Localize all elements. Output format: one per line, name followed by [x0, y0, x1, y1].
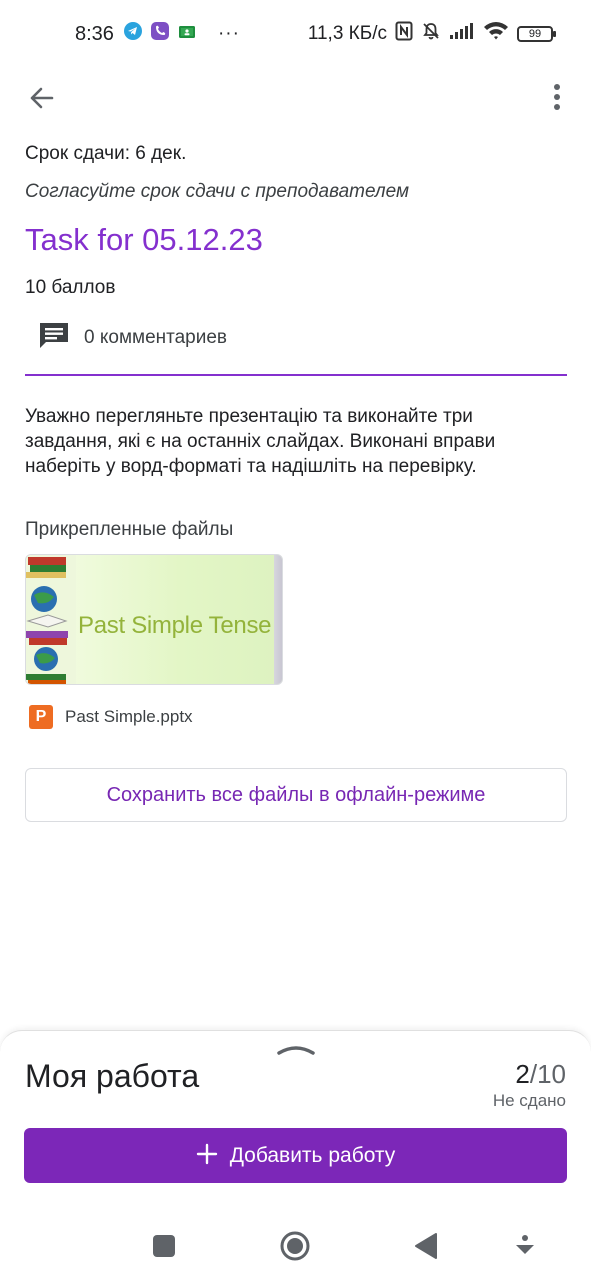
- add-work-button[interactable]: Добавить работу: [24, 1128, 567, 1183]
- triangle-back-icon: [408, 1233, 444, 1268]
- plus-icon: [196, 1141, 218, 1171]
- nfc-icon: [395, 21, 413, 47]
- more-vert-icon: [541, 84, 573, 120]
- grade-max: /10: [529, 1059, 566, 1089]
- chevron-down-icon: [507, 1235, 543, 1268]
- assignment-description: Уважно перегляньте презентацію та викона…: [25, 406, 496, 477]
- preview-title: Past Simple Tense: [78, 612, 272, 639]
- save-offline-button[interactable]: Сохранить все файлы в офлайн-режиме: [25, 768, 567, 822]
- add-work-label: Добавить работу: [229, 1143, 396, 1167]
- home-button[interactable]: [277, 1228, 313, 1264]
- chevron-up-icon: [276, 1044, 316, 1061]
- system-nav-bar: [0, 1212, 591, 1280]
- back-button[interactable]: [24, 80, 60, 116]
- network-speed: 11,3 КБ/с: [307, 23, 387, 44]
- attachments-heading: Прикрепленные файлы: [25, 519, 234, 540]
- status-more: ···: [217, 23, 240, 44]
- expand-sheet-handle[interactable]: [276, 1041, 316, 1057]
- square-icon: [146, 1235, 182, 1268]
- attachment-preview[interactable]: Past Simple Tense: [25, 554, 283, 685]
- mute-icon: [421, 21, 441, 47]
- recents-button[interactable]: [146, 1228, 182, 1264]
- telegram-icon: [123, 22, 142, 46]
- assignment-title: Task for 05.12.23: [25, 222, 263, 257]
- nav-menu-button[interactable]: [507, 1228, 543, 1264]
- viber-icon: [150, 21, 170, 47]
- grade-value: 2: [515, 1059, 530, 1089]
- more-options-button[interactable]: [541, 80, 573, 116]
- assignment-details: Срок сдачи: 6 дек. Согласуйте срок сдачи…: [25, 140, 567, 822]
- signal-icon: [449, 22, 475, 46]
- due-date: Срок сдачи: 6 дек.: [25, 143, 187, 164]
- status-time: 8:36: [75, 22, 114, 45]
- class-comments-button[interactable]: 0 комментариев: [25, 320, 567, 356]
- circle-icon: [277, 1231, 313, 1268]
- grade: 2/10: [515, 1059, 566, 1090]
- comments-count: 0 комментариев: [84, 327, 228, 348]
- my-work-title: Моя работа: [25, 1058, 200, 1094]
- arrow-left-icon: [24, 87, 60, 120]
- deadline-note: Согласуйте срок сдачи с преподавателем: [25, 181, 409, 202]
- top-app-bar: [0, 70, 591, 126]
- preview-edge: [274, 555, 282, 684]
- battery-icon: 99: [517, 26, 556, 42]
- back-nav-button[interactable]: [408, 1228, 444, 1264]
- books-illustration: [26, 555, 76, 684]
- powerpoint-icon: P: [29, 705, 53, 729]
- divider: [25, 374, 567, 376]
- status-bar: 8:36 ··· 11,3 КБ/с 99: [0, 0, 591, 68]
- wifi-icon: [483, 21, 509, 47]
- file-name: Past Simple.pptx: [65, 707, 193, 726]
- classroom-icon: [178, 23, 196, 45]
- points: 10 баллов: [25, 277, 116, 298]
- submission-status: Не сдано: [492, 1091, 566, 1110]
- comment-icon: [38, 320, 70, 357]
- attachment-file[interactable]: P Past Simple.pptx: [25, 704, 567, 730]
